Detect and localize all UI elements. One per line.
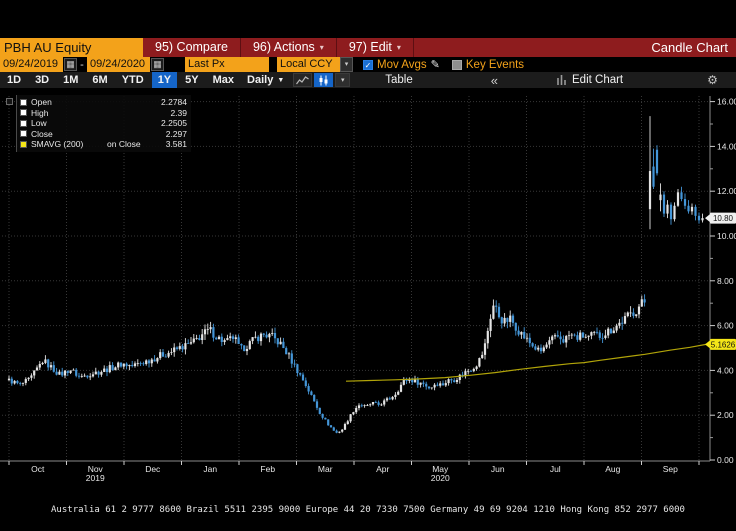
range-max-button[interactable]: Max	[207, 72, 240, 88]
chart-toolbar: 1D 3D 1M 6M YTD 1Y 5Y Max Daily ▼ ▾ Tabl…	[0, 72, 736, 88]
footer-phones-line1: Australia 61 2 9777 8600 Brazil 5511 239…	[51, 505, 685, 515]
svg-text:0.00: 0.00	[717, 455, 734, 465]
low-value: 2.2505	[161, 118, 187, 129]
currency-dropdown[interactable]: Local CCY	[277, 57, 340, 72]
settings-bar: 09/24/2019 ▦ - 09/24/2020 ▦ Last Px Loca…	[0, 57, 736, 72]
legend-label: High	[31, 107, 49, 118]
mov-avgs-label: Mov Avgs	[377, 58, 427, 71]
chevron-down-icon: ▾	[396, 43, 401, 52]
svg-text:Oct: Oct	[31, 464, 45, 474]
compare-button[interactable]: 95) Compare	[143, 38, 241, 57]
bloomberg-terminal-screen: 0.00 2.00 4.00 6.00 8.00 10.00 12.00 14.00 16.00…	[0, 0, 736, 531]
chart-type-dropdown-arrow[interactable]: ▾	[335, 73, 351, 87]
edit-chart-button[interactable]: Edit Chart	[556, 74, 623, 86]
legend-sub: on Close	[107, 139, 141, 150]
svg-text:8.00: 8.00	[717, 276, 734, 286]
svg-text:Jan: Jan	[203, 464, 217, 474]
range-5y-button[interactable]: 5Y	[179, 72, 204, 88]
svg-text:2019: 2019	[86, 473, 105, 483]
command-bar: PBH AU Equity 95) Compare 96) Actions ▾ …	[0, 38, 736, 57]
legend-row-open[interactable]: Open 2.2784	[20, 97, 187, 108]
range-6m-button[interactable]: 6M	[86, 72, 113, 88]
open-swatch	[20, 98, 27, 106]
svg-text:12.00: 12.00	[717, 186, 736, 196]
svg-text:10.00: 10.00	[717, 231, 736, 241]
svg-text:6.00: 6.00	[717, 321, 734, 331]
candle-chart-mode-icon[interactable]	[314, 73, 334, 87]
legend-row-close[interactable]: Close 2.297	[20, 129, 187, 140]
svg-text:14.00: 14.00	[717, 141, 736, 151]
svg-text:Sep: Sep	[663, 464, 678, 474]
svg-text:Dec: Dec	[145, 464, 161, 474]
legend-label: Close	[31, 128, 53, 139]
low-swatch	[20, 119, 27, 127]
gear-icon[interactable]: ⚙	[707, 73, 718, 87]
legend-row-low[interactable]: Low 2.2505	[20, 118, 187, 129]
svg-text:2.00: 2.00	[717, 410, 734, 420]
key-events-label: Key Events	[465, 58, 525, 71]
svg-text:4.00: 4.00	[717, 365, 734, 375]
svg-text:16.00: 16.00	[717, 97, 736, 107]
end-date-field[interactable]: 09/24/2020	[87, 57, 150, 72]
currency-dropdown-arrow[interactable]: ▾	[340, 57, 353, 72]
pencil-icon[interactable]: ✎	[431, 58, 440, 71]
edit-chart-label: Edit Chart	[572, 74, 624, 86]
svg-text:2020: 2020	[431, 473, 450, 483]
table-button[interactable]: Table	[385, 74, 413, 86]
key-events-checkbox[interactable]	[451, 59, 462, 70]
svg-text:Apr: Apr	[376, 464, 389, 474]
actions-button[interactable]: 96) Actions ▾	[241, 38, 337, 57]
open-value: 2.2784	[161, 97, 187, 108]
chevron-down-icon: ▼	[277, 76, 285, 84]
svg-text:5.1626: 5.1626	[711, 340, 736, 349]
smavg-swatch	[20, 140, 27, 148]
close-swatch	[20, 130, 27, 138]
mov-avgs-checkbox[interactable]: ✓	[363, 59, 373, 70]
price-source-dropdown[interactable]: Last Px	[185, 57, 269, 72]
svg-text:Aug: Aug	[605, 464, 620, 474]
edit-button[interactable]: 97) Edit ▾	[337, 38, 414, 57]
legend-row-smavg[interactable]: SMAVG (200) on Close 3.581	[20, 139, 187, 150]
legend-label: Low	[31, 118, 47, 129]
range-1y-button[interactable]: 1Y	[151, 72, 178, 88]
mini-bars-icon	[557, 75, 566, 85]
chevron-down-icon: ▾	[319, 43, 324, 52]
high-swatch	[20, 109, 27, 117]
svg-text:Jun: Jun	[491, 464, 505, 474]
command-bar-spacer	[414, 38, 651, 57]
start-date-field[interactable]: 09/24/2019	[0, 57, 63, 72]
actions-label: 96) Actions	[252, 40, 315, 54]
date-range-separator: -	[80, 58, 84, 71]
edit-label: 97) Edit	[348, 40, 392, 54]
line-chart-mode-icon[interactable]	[293, 73, 313, 87]
period-dropdown[interactable]: Daily ▼	[247, 74, 284, 86]
legend-row-high[interactable]: High 2.39	[20, 108, 187, 119]
legend-label: Open	[31, 97, 52, 108]
svg-text:Mar: Mar	[318, 464, 333, 474]
chart-function-title: Candle Chart	[651, 40, 728, 55]
legend-collapse-toggle[interactable]	[6, 98, 13, 105]
period-label: Daily	[247, 74, 274, 86]
range-1d-button[interactable]: 1D	[1, 72, 27, 88]
close-value: 2.297	[165, 128, 187, 139]
calendar-icon[interactable]: ▦	[64, 58, 77, 71]
smavg-value: 3.581	[165, 139, 187, 150]
security-ticker-field[interactable]: PBH AU Equity	[0, 38, 143, 57]
range-ytd-button[interactable]: YTD	[116, 72, 150, 88]
svg-text:Feb: Feb	[260, 464, 275, 474]
chart-legend: Open 2.2784 High 2.39 Low 2.2505 Close 2…	[6, 95, 191, 152]
legend-box: Open 2.2784 High 2.39 Low 2.2505 Close 2…	[16, 95, 191, 152]
range-3d-button[interactable]: 3D	[29, 72, 55, 88]
svg-text:10.80: 10.80	[713, 214, 734, 223]
range-1m-button[interactable]: 1M	[57, 72, 84, 88]
collapse-panel-button[interactable]: «	[491, 73, 498, 88]
high-value: 2.39	[170, 107, 187, 118]
svg-text:Jul: Jul	[550, 464, 561, 474]
terminal-footer: Australia 61 2 9777 8600 Brazil 5511 239…	[0, 487, 736, 531]
legend-label: SMAVG (200)	[31, 139, 84, 150]
calendar-icon[interactable]: ▦	[151, 58, 164, 71]
